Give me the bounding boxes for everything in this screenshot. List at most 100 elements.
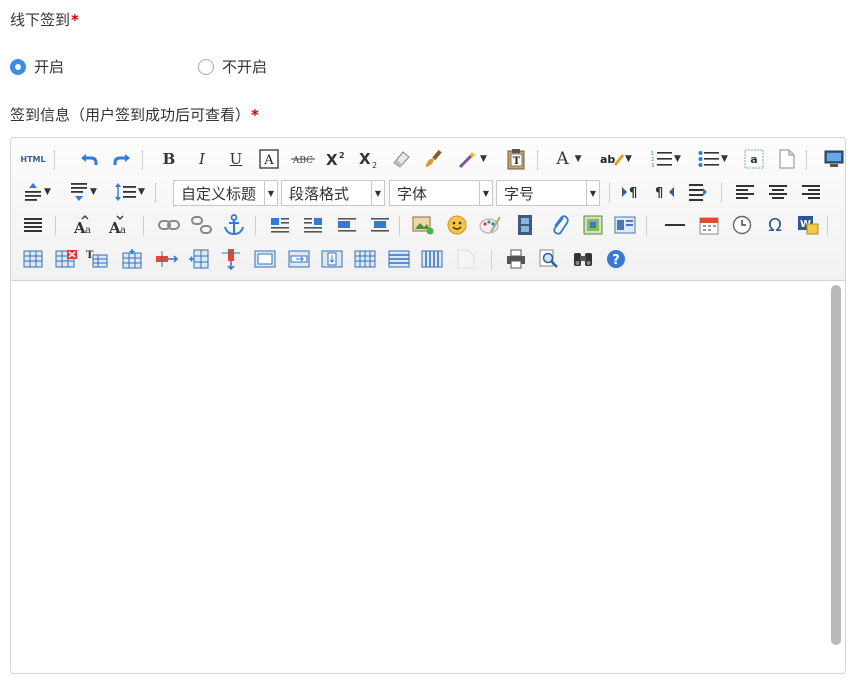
indent-button[interactable] [686, 179, 710, 205]
search-replace-button[interactable] [571, 246, 595, 272]
chevron-down-icon[interactable]: ▼ [586, 181, 599, 205]
insert-image-button[interactable] [411, 212, 435, 238]
svg-text:?: ? [612, 253, 620, 268]
split-to-rows-button[interactable] [387, 246, 411, 272]
delete-row-button[interactable] [153, 246, 181, 272]
image-float-left-button[interactable] [268, 212, 292, 238]
image-float-right-button[interactable] [301, 212, 325, 238]
delete-table-button[interactable] [54, 246, 78, 272]
insert-row-button[interactable] [120, 246, 144, 272]
editor-content-area[interactable] [11, 281, 828, 673]
radio-disable[interactable]: 不开启 [198, 56, 267, 77]
paragraph-spacing-top-button[interactable]: ▼ [19, 179, 55, 205]
font-family-select[interactable]: 字体 ▼ [389, 180, 493, 206]
print-preview-button[interactable] [537, 246, 561, 272]
image-center-button[interactable] [368, 212, 392, 238]
svg-text:¶: ¶ [655, 186, 663, 200]
underline-button[interactable]: U [224, 146, 248, 172]
attachment-button[interactable] [548, 212, 572, 238]
custom-title-select[interactable]: 自定义标题 ▼ [173, 180, 278, 206]
film-icon [518, 215, 532, 235]
merge-right-button[interactable] [287, 246, 311, 272]
insert-column-button[interactable] [187, 246, 211, 272]
align-left-button[interactable] [733, 179, 757, 205]
chevron-down-icon[interactable]: ▼ [264, 181, 277, 205]
split-to-cols-button[interactable] [420, 246, 444, 272]
merge-down-button[interactable] [320, 246, 344, 272]
word-image-button[interactable]: W [796, 212, 820, 238]
line-height-button[interactable]: ▼ [111, 179, 149, 205]
font-size-select[interactable]: 字号 ▼ [496, 180, 600, 206]
strikethrough-button[interactable]: ABC [289, 146, 317, 172]
chevron-down-icon: ▼ [574, 154, 582, 164]
charts-button[interactable] [454, 246, 478, 272]
split-cells-icon [354, 250, 376, 268]
align-center-button[interactable] [766, 179, 790, 205]
scrawl-button[interactable] [478, 212, 502, 238]
ordered-list-button[interactable]: 123 ▼ [647, 146, 685, 172]
toolbar-separator [806, 150, 807, 170]
chevron-down-icon[interactable]: ▼ [371, 181, 384, 205]
paste-plain-text-button[interactable]: T [504, 146, 528, 172]
align-justify-button[interactable] [21, 212, 45, 238]
svg-text:T: T [513, 156, 521, 167]
redo-button[interactable] [110, 146, 134, 172]
auto-format-button[interactable]: ▼ [455, 146, 489, 172]
radio-enable[interactable]: 开启 [10, 56, 64, 77]
bold-button[interactable]: B [157, 146, 181, 172]
merge-cells-button[interactable] [253, 246, 277, 272]
editor-scrollbar[interactable] [831, 285, 841, 645]
required-mark: * [71, 11, 79, 29]
offline-signin-radio-group: 开启 不开启 [10, 56, 410, 78]
link-button[interactable] [157, 212, 181, 238]
superscript-button[interactable]: X2 [324, 146, 348, 172]
horizontal-rule-button[interactable] [663, 212, 687, 238]
delete-column-button[interactable] [219, 246, 243, 272]
align-right-button[interactable] [799, 179, 823, 205]
insert-caption-button[interactable]: T [85, 246, 109, 272]
insert-date-button[interactable] [697, 212, 721, 238]
printer-icon [507, 249, 525, 269]
unordered-list-button[interactable]: ▼ [694, 146, 732, 172]
new-document-button[interactable] [775, 146, 799, 172]
eraser-button[interactable] [389, 146, 413, 172]
undo-button[interactable] [77, 146, 101, 172]
insert-video-button[interactable] [513, 212, 537, 238]
template-button[interactable] [613, 212, 637, 238]
font-color-button[interactable]: A ▼ [551, 146, 587, 172]
insert-row-icon [122, 249, 142, 269]
delete-column-icon [222, 249, 240, 270]
paragraph-format-select[interactable]: 段落格式 ▼ [281, 180, 385, 206]
split-to-cells-button[interactable] [353, 246, 377, 272]
text-direction-button[interactable]: a [742, 146, 766, 172]
special-chars-button[interactable]: Ω [763, 212, 787, 238]
insert-frame-button[interactable] [581, 212, 605, 238]
paragraph-spacing-bottom-button[interactable]: ▼ [65, 179, 101, 205]
subscript-button[interactable]: X2 [357, 146, 381, 172]
emotion-button[interactable] [445, 212, 469, 238]
radio-disable-dot[interactable] [198, 58, 214, 75]
unlink-button[interactable] [190, 212, 214, 238]
print-button[interactable] [504, 246, 528, 272]
font-border-button[interactable]: A [257, 146, 281, 172]
anchor-icon [224, 214, 244, 236]
lowercase-icon: Aa [108, 215, 126, 235]
help-button[interactable]: ? [604, 246, 628, 272]
rtl-direction-button[interactable]: ¶ [653, 179, 677, 205]
format-painter-button[interactable] [423, 146, 447, 172]
image-no-float-button[interactable] [335, 212, 359, 238]
preview-button[interactable] [822, 146, 845, 172]
lowercase-button[interactable]: Aa [107, 212, 131, 238]
insert-table-button[interactable] [21, 246, 45, 272]
italic-button[interactable]: I [190, 146, 214, 172]
html-source-button[interactable]: HTML [19, 146, 47, 172]
insert-time-button[interactable] [730, 212, 754, 238]
uppercase-button[interactable]: Aa [72, 212, 96, 238]
ltr-direction-button[interactable]: ¶ [619, 179, 643, 205]
radio-enable-dot[interactable] [10, 58, 26, 75]
chevron-down-icon[interactable]: ▼ [479, 181, 492, 205]
document-icon [779, 149, 795, 169]
highlight-color-button[interactable]: ab ▼ [596, 146, 636, 172]
anchor-button[interactable] [222, 212, 246, 238]
superscript-icon: X2 [326, 151, 345, 168]
